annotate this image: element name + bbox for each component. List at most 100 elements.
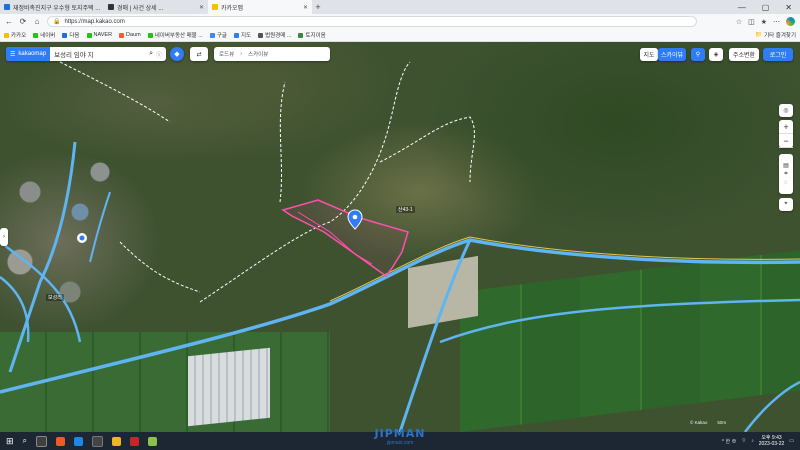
area-icon[interactable]: ⌗ [784, 171, 787, 178]
close-window-button[interactable]: ✕ [785, 3, 792, 12]
split-screen-icon[interactable]: ◫ [748, 18, 755, 26]
url-field[interactable]: 🔒 https://map.kakao.com [47, 16, 697, 27]
bookmark-item[interactable]: 토지이음 [298, 31, 326, 39]
tab-close-icon[interactable]: ✕ [303, 4, 308, 11]
bookmark-item[interactable]: 네이버 [33, 31, 55, 39]
address-convert-button[interactable]: 주소변환 [729, 48, 759, 61]
bookmark-label: 토지이음 [305, 33, 326, 39]
file-explorer-icon[interactable] [112, 436, 122, 446]
new-tab-button[interactable]: + [312, 0, 324, 14]
other-bookmarks[interactable]: 📁 기타 즐겨찾기 [755, 31, 796, 39]
network-icon[interactable]: ⌔ [741, 438, 746, 444]
browser-tab-1[interactable]: 재정비촉진지구 우수형 토지주택 ... ✕ [0, 0, 104, 14]
pin-tool-icon[interactable]: ⌖ [779, 198, 793, 211]
bookmark-icon [298, 32, 304, 38]
folder-icon: 📁 [755, 32, 763, 38]
bookmark-item[interactable]: 법원경매 ... [258, 31, 291, 39]
edge-icon[interactable] [74, 436, 84, 446]
bookmark-label: NAVER [93, 32, 113, 38]
roadview-sep: › [240, 51, 243, 57]
bookmark-label: 지도 [240, 33, 252, 39]
search-icon[interactable]: ⌕ [149, 50, 156, 58]
satellite-map[interactable]: 보성리 산43-1 ☰ kakaomap 보성리 임야 지 ⌕ ⓧ ◆ ⇄ 로드뷰… [0, 42, 800, 432]
bookmark-item[interactable]: NAVER [86, 32, 113, 38]
edge-copilot-icon[interactable] [786, 17, 795, 26]
bookmark-label: Daum [126, 32, 141, 38]
map-search-input[interactable]: 보성리 임야 지 [50, 49, 149, 59]
address-bar-row: ← ⟳ ⌂ 🔒 https://map.kakao.com ☆ ◫ ★ ⋯ [0, 14, 800, 29]
window-controls: — ▢ ✕ [738, 0, 800, 14]
tab-close-icon[interactable]: ✕ [199, 4, 204, 11]
minimize-button[interactable]: — [738, 3, 746, 12]
share-button[interactable]: ⇄ [190, 47, 208, 61]
bookmarks-bar: 카카오 네이버 다음 NAVER Daum 네이버부동산 매물 ... 구글 지… [0, 29, 800, 42]
clock[interactable]: 오후 9:43 2023-03-22 [759, 435, 785, 447]
watermark-logo-text: JIPMAN [374, 427, 426, 440]
bookmark-label: 법원경매 ... [265, 33, 292, 39]
roadview-right-label[interactable]: 스카이뷰 [248, 50, 268, 58]
home-icon[interactable]: ⌂ [33, 17, 41, 26]
browser-tab-2[interactable]: 경매 | 사건 상세 ... ✕ [104, 0, 208, 14]
tab-title: 경매 | 사건 상세 ... [117, 5, 164, 12]
map-label-parcel: 산43-1 [396, 206, 415, 213]
current-location-icon[interactable]: ◎ [779, 104, 793, 117]
copyright-text: © Kakao [690, 420, 708, 425]
radius-icon[interactable]: ◌ [784, 180, 788, 186]
roadview-toggle: 로드뷰 › 스카이뷰 [214, 47, 330, 61]
bookmark-icon [233, 32, 239, 38]
favorites-icon[interactable]: ★ [761, 18, 767, 26]
windows-start-icon[interactable]: ⊞ [6, 436, 14, 447]
bookmark-icon [62, 32, 68, 38]
maximize-button[interactable]: ▢ [762, 3, 770, 12]
map-type-map-button[interactable]: 지도 [640, 48, 658, 61]
road-main [0, 238, 800, 394]
terminal-icon[interactable] [92, 435, 104, 447]
app-icon[interactable] [56, 436, 66, 446]
tab-favicon-icon [212, 4, 218, 10]
volume-icon[interactable]: ♪ [751, 438, 754, 444]
road-right-bottom [744, 380, 800, 432]
refresh-icon[interactable]: ⟳ [19, 17, 27, 26]
bookmark-item[interactable]: 네이버부동산 매물 ... [147, 31, 203, 39]
directions-icon[interactable]: ◆ [170, 47, 184, 61]
menu-button[interactable]: ☰ kakaomap [6, 47, 51, 61]
lock-icon: 🔒 [53, 19, 61, 25]
search-icon[interactable]: ⌕ [23, 436, 27, 446]
zoom-out-button[interactable]: − [779, 134, 793, 148]
bookmark-item[interactable]: 지도 [233, 31, 252, 39]
zoom-control: + − [779, 120, 793, 148]
sidebar-collapse-icon[interactable]: › [0, 228, 8, 246]
bookmark-item[interactable]: 카카오 [4, 31, 26, 39]
watermark-logo: JIPMAN jipmani.com [365, 424, 435, 450]
map-type-sky-button[interactable]: 스카이뷰 [658, 48, 686, 61]
bookmark-item[interactable]: 다음 [62, 31, 80, 39]
bookmark-label: 다음 [69, 33, 80, 39]
road-second [439, 298, 800, 344]
login-button[interactable]: 로그인 [763, 48, 793, 61]
measure-tools: ▤ ⌗ ◌ [779, 154, 793, 194]
map-overlay [0, 61, 800, 432]
bookmark-label: 네이버부동산 매물 ... [154, 33, 203, 39]
app-icon[interactable] [148, 436, 158, 446]
browser-tab-3[interactable]: 카카오맵 ✕ [208, 0, 312, 14]
zoom-in-button[interactable]: + [779, 120, 793, 134]
roadview-left-label[interactable]: 로드뷰 [219, 50, 234, 58]
ruler-icon[interactable]: ▤ [783, 162, 789, 169]
bookmark-item[interactable]: 구글 [209, 31, 227, 39]
road-village-4 [89, 191, 111, 263]
notification-icon[interactable]: ▭ [789, 438, 794, 444]
bookmark-icon [4, 32, 9, 38]
star-icon[interactable]: ☆ [736, 18, 742, 26]
app-icon[interactable] [130, 436, 140, 446]
bookmark-item[interactable]: Daum [119, 32, 141, 38]
roadview-icon[interactable]: ⚲ [691, 48, 705, 61]
layers-icon[interactable]: ◈ [709, 48, 723, 61]
more-icon[interactable]: ⋯ [773, 18, 780, 26]
map-search-bar: ☰ kakaomap 보성리 임야 지 ⌕ ⓧ [6, 47, 166, 61]
tray-icons[interactable]: ^ 한 ⊕ [722, 438, 737, 445]
task-view-icon[interactable] [36, 435, 48, 447]
back-icon[interactable]: ← [5, 17, 13, 26]
menu-icon: ☰ [10, 51, 16, 58]
trail [59, 61, 171, 123]
clear-icon[interactable]: ⓧ [156, 50, 166, 59]
